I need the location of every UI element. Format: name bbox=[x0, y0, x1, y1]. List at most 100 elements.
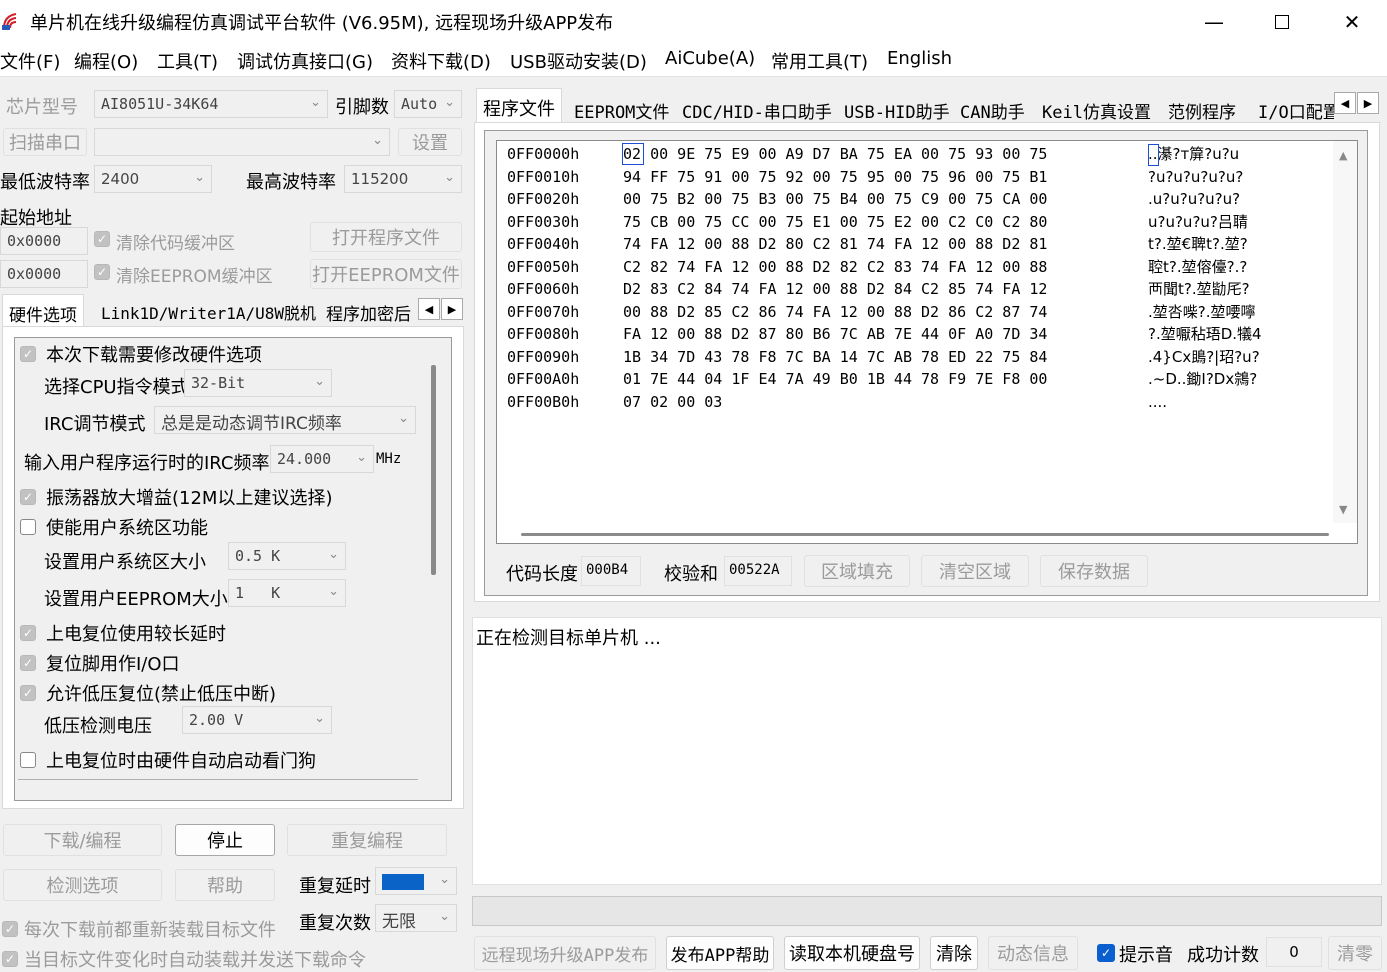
save-data-button[interactable]: 保存数据 bbox=[1040, 555, 1148, 587]
repeat-program-button[interactable]: 重复编程 bbox=[287, 824, 447, 856]
stop-button[interactable]: 停止 bbox=[175, 824, 275, 856]
pins-select[interactable]: Auto ⌄ bbox=[394, 90, 462, 118]
hex-bytes: 01 7E 44 04 1F E4 7A 49 B0 1B 44 78 F9 7… bbox=[623, 370, 1048, 388]
menu-common-tools[interactable]: 常用工具(T) bbox=[771, 48, 868, 74]
auto-reload-checkbox[interactable]: ✓ bbox=[2, 951, 18, 967]
tab-scroll-left-icon[interactable]: ◀ bbox=[1334, 92, 1356, 114]
hex-address: 0FF0030h bbox=[507, 212, 580, 231]
lvd-volt-select[interactable]: 2.00 V ⌄ bbox=[182, 706, 332, 734]
options-scrollbar[interactable] bbox=[431, 365, 436, 575]
settings-button[interactable]: 设置 bbox=[398, 128, 462, 156]
tab-scroll-right-icon[interactable]: ▶ bbox=[1357, 92, 1379, 114]
clear-code-checkbox[interactable]: ✓ bbox=[94, 231, 110, 247]
menu-file[interactable]: 文件(F) bbox=[0, 48, 60, 74]
menu-english[interactable]: English bbox=[887, 48, 952, 69]
chevron-down-icon: ⌄ bbox=[439, 909, 450, 924]
clear-log-button[interactable]: 清除 bbox=[930, 936, 978, 970]
close-button[interactable]: ✕ bbox=[1320, 0, 1384, 43]
cpu-mode-select[interactable]: 32-Bit ⌄ bbox=[184, 369, 332, 397]
tab-examples[interactable]: 范例程序 bbox=[1162, 92, 1242, 124]
tab-scroll-left-icon[interactable]: ◀ bbox=[418, 298, 440, 320]
irc-mode-label: IRC调节模式 bbox=[44, 414, 146, 435]
chevron-down-icon: ⌄ bbox=[328, 584, 339, 599]
reload-each-checkbox[interactable]: ✓ bbox=[2, 921, 18, 937]
irc-freq-select[interactable]: 24.000 ⌄ bbox=[270, 445, 374, 473]
enable-sys-checkbox[interactable] bbox=[20, 519, 36, 535]
hex-vertical-scrollbar[interactable]: ▲ ▼ bbox=[1333, 141, 1357, 523]
chip-model-select[interactable]: AI8051U-34K64 ⌄ bbox=[94, 90, 328, 118]
publish-help-button[interactable]: 发布APP帮助 bbox=[666, 936, 774, 970]
menu-tools[interactable]: 工具(T) bbox=[157, 48, 218, 74]
hex-ascii: u?u?u?u?吕聙 bbox=[1148, 212, 1248, 231]
reset-count-button[interactable]: 清零 bbox=[1328, 936, 1382, 970]
eeprom-address-input[interactable]: 0x0000 bbox=[0, 260, 88, 288]
hex-row: 0FF0080h FA 12 00 88 D2 87 80 B6 7C AB 7E… bbox=[507, 323, 1262, 346]
tab-hardware-options[interactable]: 硬件选项 bbox=[2, 294, 84, 327]
menu-program[interactable]: 编程(O) bbox=[74, 48, 138, 74]
hex-address: 0FF0080h bbox=[507, 325, 580, 343]
publish-app-button[interactable]: 远程现场升级APP发布 bbox=[474, 936, 656, 970]
hex-row: 0FF0040h 74 FA 12 00 88 D2 80 C2 81 74 FA… bbox=[507, 233, 1248, 256]
sound-checkbox[interactable]: ✓ bbox=[1097, 944, 1115, 962]
tab-program-file[interactable]: 程序文件 bbox=[476, 88, 562, 123]
dynamic-info-button[interactable]: 动态信息 bbox=[988, 936, 1078, 970]
hex-horizontal-scrollbar[interactable] bbox=[521, 533, 1329, 536]
scan-port-button[interactable]: 扫描串口 bbox=[3, 128, 87, 156]
irc-mode-select[interactable]: 总是是动态调节IRC频率 ⌄ bbox=[154, 406, 416, 434]
sys-size-select[interactable]: 0.5 K ⌄ bbox=[228, 542, 346, 570]
tab-encryption[interactable]: 程序加密后 bbox=[320, 294, 418, 326]
menu-aicube[interactable]: AiCube(A) bbox=[665, 48, 755, 69]
min-baud-select[interactable]: 2400 ⌄ bbox=[94, 165, 212, 193]
tab-io-config[interactable]: I/O口配置 bbox=[1252, 92, 1334, 124]
hex-ascii: ?u?u?u?u?u? bbox=[1148, 167, 1244, 186]
log-output[interactable]: 正在检测目标单片机 ... bbox=[472, 617, 1382, 885]
hex-row: 0FF0090h 1B 34 7D 43 78 F8 7C BA 14 7C AB… bbox=[507, 346, 1260, 369]
opt-enable-sys-row: 使能用户系统区功能 bbox=[20, 514, 208, 540]
open-eeprom-file-button[interactable]: 打开EEPROM文件 bbox=[310, 259, 462, 289]
clear-area-button[interactable]: 清空区域 bbox=[921, 555, 1029, 587]
download-program-button[interactable]: 下载/编程 bbox=[3, 824, 162, 856]
long-delay-checkbox[interactable]: ✓ bbox=[20, 625, 36, 641]
lvd-reset-checkbox[interactable]: ✓ bbox=[20, 685, 36, 701]
hex-viewer[interactable]: 0FF0000h 02 00 9E 75 E9 00 A9 D7 BA 75 EA… bbox=[496, 140, 1358, 544]
modify-hw-checkbox[interactable]: ✓ bbox=[20, 346, 36, 362]
wdt-label: 上电复位时由硬件自动启动看门狗 bbox=[46, 751, 316, 772]
port-select[interactable]: ⌄ bbox=[94, 128, 390, 156]
tab-scroll-right-icon[interactable]: ▶ bbox=[441, 298, 463, 320]
code-address-input[interactable]: 0x0000 bbox=[0, 227, 88, 255]
eeprom-size-select[interactable]: 1 K ⌄ bbox=[228, 579, 346, 607]
tab-cdc-hid-serial[interactable]: CDC/HID-串口助手 bbox=[676, 92, 838, 124]
menu-usb-driver[interactable]: USB驱动安装(D) bbox=[510, 48, 647, 74]
scroll-down-icon[interactable]: ▼ bbox=[1339, 503, 1347, 516]
tab-can[interactable]: CAN助手 bbox=[954, 92, 1031, 124]
maximize-button[interactable] bbox=[1250, 0, 1314, 43]
modify-hw-label: 本次下载需要修改硬件选项 bbox=[46, 345, 262, 366]
repeat-count-select[interactable]: 无限 ⌄ bbox=[375, 904, 457, 932]
app-logo-icon bbox=[2, 13, 17, 30]
tab-eeprom-file[interactable]: EEPROM文件 bbox=[568, 92, 675, 124]
tab-keil-sim[interactable]: Keil仿真设置 bbox=[1036, 92, 1157, 124]
repeat-count-label: 重复次数 bbox=[299, 913, 371, 934]
scroll-up-icon[interactable]: ▲ bbox=[1339, 149, 1347, 162]
menu-debug[interactable]: 调试仿真接口(G) bbox=[237, 48, 373, 74]
tab-usb-hid[interactable]: USB-HID助手 bbox=[838, 92, 956, 124]
fill-area-button[interactable]: 区域填充 bbox=[804, 555, 910, 587]
cpu-mode-label: 选择CPU指令模式 bbox=[44, 377, 189, 398]
max-baud-select[interactable]: 115200 ⌄ bbox=[344, 165, 462, 193]
open-program-file-button[interactable]: 打开程序文件 bbox=[310, 222, 462, 252]
menu-bar: 文件(F) 编程(O) 工具(T) 调试仿真接口(G) 资料下载(D) USB驱… bbox=[0, 43, 1387, 77]
tab-offline-programmer[interactable]: Link1D/Writer1A/U8W脱机 bbox=[95, 294, 322, 326]
reset-io-checkbox[interactable]: ✓ bbox=[20, 655, 36, 671]
repeat-delay-select[interactable]: ⌄ bbox=[375, 867, 457, 895]
read-disk-button[interactable]: 读取本机硬盘号 bbox=[784, 936, 920, 970]
help-button[interactable]: 帮助 bbox=[175, 869, 275, 901]
osc-gain-checkbox[interactable]: ✓ bbox=[20, 489, 36, 505]
hex-address: 0FF0020h bbox=[507, 190, 580, 208]
minimize-button[interactable]: — bbox=[1182, 0, 1246, 43]
clear-eeprom-checkbox[interactable]: ✓ bbox=[94, 264, 110, 280]
hex-bytes: 00 75 B2 00 75 B3 00 75 B4 00 75 C9 00 7… bbox=[623, 190, 1048, 208]
irc-freq-label: 输入用户程序运行时的IRC频率 bbox=[24, 453, 270, 474]
wdt-checkbox[interactable] bbox=[20, 752, 36, 768]
menu-downloads[interactable]: 资料下载(D) bbox=[391, 48, 491, 74]
detect-options-button[interactable]: 检测选项 bbox=[3, 869, 162, 901]
